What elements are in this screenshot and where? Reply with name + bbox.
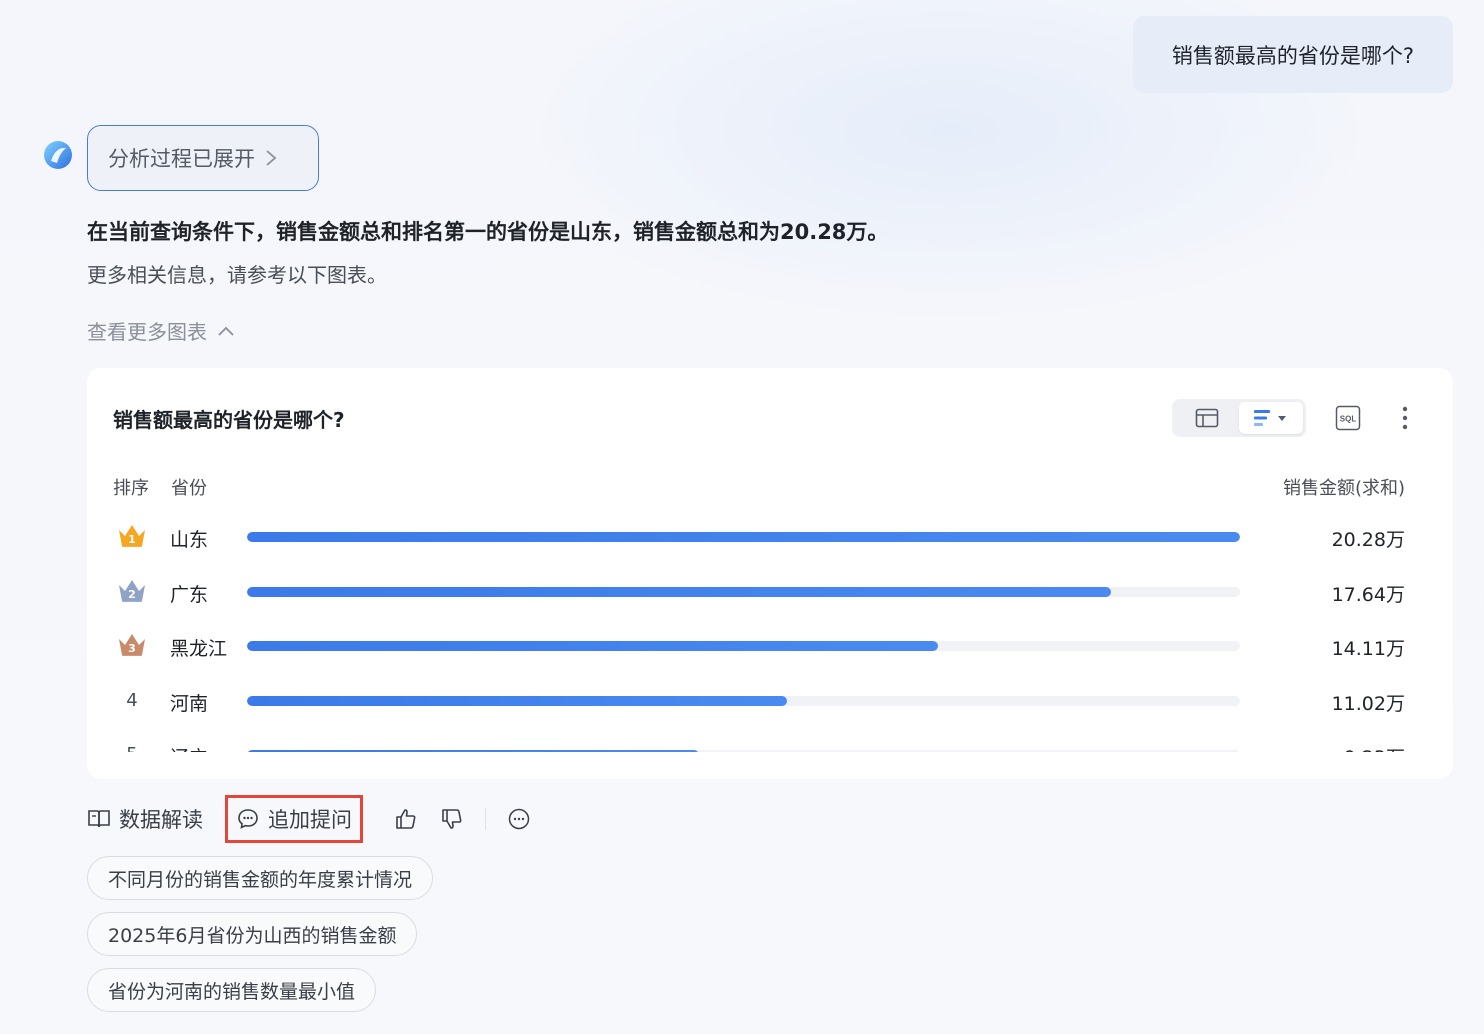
ranking-row: 2 广东 17.64万 (87, 573, 1453, 613)
ellipsis-circle-icon (508, 808, 530, 830)
ranking-row: 4 河南 11.02万 (87, 682, 1453, 722)
rank-number: 4 (126, 689, 138, 711)
suggestion-chip[interactable]: 不同月份的销售金额的年度累计情况 (87, 856, 434, 900)
sales-value: 17.64万 (1331, 583, 1405, 606)
ranking-row: 3 黑龙江 14.11万 (87, 627, 1453, 667)
action-bar: 数据解读 追加提问 (87, 795, 542, 843)
suggestion-chip-label: 省份为河南的销售数量最小值 (108, 980, 356, 1003)
bar-fill (247, 586, 1111, 597)
svg-text:3: 3 (128, 642, 136, 655)
follow-up-question-label: 追加提问 (268, 808, 352, 832)
bar-track (247, 532, 1240, 542)
province-name: 广东 (170, 583, 209, 606)
bar-fill (247, 695, 787, 706)
bronze-crown-icon: 3 (115, 630, 149, 660)
thumbs-down-button[interactable] (439, 806, 465, 832)
more-charts-label: 查看更多图表 (87, 320, 207, 344)
province-name: 黑龙江 (170, 638, 228, 660)
sales-value: 9.23万 (1344, 743, 1405, 752)
svg-text:2: 2 (128, 588, 136, 601)
bar-fill (247, 532, 1240, 542)
analysis-process-toggle[interactable]: 分析过程已展开 (87, 125, 319, 191)
more-charts-toggle[interactable]: 查看更多图表 (87, 316, 235, 345)
analysis-process-label: 分析过程已展开 (108, 147, 255, 171)
thumbs-up-button[interactable] (393, 806, 419, 832)
svg-text:1: 1 (128, 533, 136, 546)
book-icon (88, 810, 110, 828)
suggestion-chip[interactable]: 省份为河南的销售数量最小值 (87, 968, 377, 1012)
province-name: 山东 (170, 529, 209, 551)
answer-sub-text: 更多相关信息，请参考以下图表。 (87, 263, 387, 287)
sales-value: 14.11万 (1331, 638, 1405, 660)
user-message-bubble: 销售额最高的省份是哪个? (1133, 16, 1453, 93)
suggestion-chip-label: 不同月份的销售金额的年度累计情况 (108, 868, 413, 891)
bar-fill (247, 641, 938, 651)
suggestion-chip[interactable]: 2025年6月省份为山西的销售金额 (87, 912, 418, 956)
chart-card: 销售额最高的省份是哪个? SQL 排序 省份 销售金额(求和) 1山东 20.2… (87, 368, 1453, 779)
silver-crown-icon: 2 (115, 576, 149, 606)
province-name: 河南 (170, 692, 209, 715)
more-actions-button[interactable] (506, 806, 532, 832)
chevron-right-icon (266, 150, 277, 166)
bar-track (247, 641, 1240, 651)
province-name: 辽宁 (170, 743, 208, 752)
gold-crown-icon: 1 (115, 521, 149, 551)
rank-number: 5 (121, 744, 143, 752)
thumbs-up-icon (396, 809, 416, 829)
bar-fill (247, 750, 699, 752)
thumbs-down-icon (442, 809, 462, 829)
data-interpret-label: 数据解读 (119, 808, 203, 832)
chevron-up-icon (218, 326, 234, 336)
suggestion-chip-label: 2025年6月省份为山西的销售金额 (108, 924, 397, 947)
bar-track (247, 750, 1240, 752)
user-message-text: 销售额最高的省份是哪个? (1171, 43, 1415, 68)
bar-track (247, 586, 1240, 597)
sales-value: 11.02万 (1331, 692, 1405, 715)
assistant-avatar-icon (44, 141, 72, 169)
chat-bubble-icon (238, 809, 258, 829)
sales-value: 20.28万 (1331, 529, 1405, 551)
bar-track (247, 695, 1240, 706)
answer-main-text: 在当前查询条件下，销售金额总和排名第一的省份是山东，销售金额总和为20.28万。 (87, 220, 889, 244)
action-divider (485, 808, 486, 830)
follow-up-question-button[interactable]: 追加提问 (225, 795, 363, 843)
ranking-row: 5 辽宁 9.23万 (87, 736, 1453, 752)
ranking-rows: 1 山东 20.28万 2 广东 17.64万 3 黑龙江 14.11万 4 河南 11.02万 5 辽宁… (87, 368, 1453, 752)
ranking-row: 1 山东 20.28万 (87, 518, 1453, 558)
data-interpret-button[interactable]: 数据解读 (87, 804, 203, 834)
